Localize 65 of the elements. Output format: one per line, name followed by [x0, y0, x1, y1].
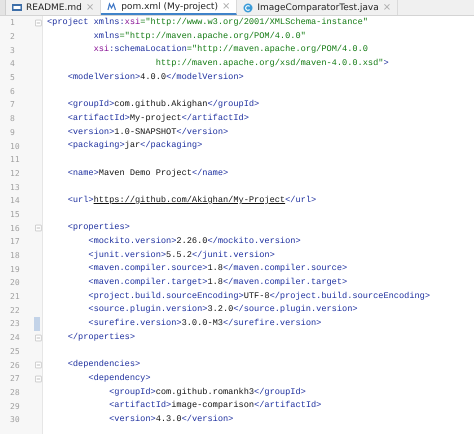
code-line: <project.build.sourceEncoding>UTF-8</project.build.sourceEncoding> — [87, 290, 430, 303]
line-number: 15 — [9, 210, 21, 219]
line-number: 22 — [9, 306, 21, 315]
line-number: 12 — [9, 168, 21, 178]
line-number: 29 — [9, 402, 21, 411]
code-line: <name>Maven Demo Project</name> — [66, 166, 228, 180]
line-number: 11 — [9, 155, 21, 164]
code-line: <groupId>com.github.Akighan</groupId> — [66, 98, 260, 112]
code-line: <version>1.0-SNAPSHOT</version> — [66, 126, 228, 138]
line-number: 8 — [9, 114, 16, 124]
line-number: 10 — [9, 142, 21, 151]
line-number: 4 — [9, 59, 16, 68]
fold-icon[interactable] — [35, 18, 42, 27]
code-line: xsi:schemaLocation="http://maven.apache.org/POM/4.0.0 — [92, 43, 368, 56]
code-line: <maven.compiler.target>1.8</maven.compiler.target> — [87, 276, 348, 290]
line-number: 25 — [9, 346, 21, 356]
line-number: 14 — [9, 196, 21, 206]
code-line: <source.plugin.version>3.2.0</source.plugin.version> — [87, 303, 358, 316]
code-line: xmlns="http://maven.apache.org/POM/4.0.0" — [92, 30, 306, 43]
fold-icon[interactable] — [35, 334, 42, 342]
line-number: 19 — [9, 264, 21, 274]
class-file-icon — [243, 2, 254, 12]
line-number: 18 — [9, 251, 21, 260]
line-number: 24 — [9, 333, 21, 342]
code-line: <maven.compiler.source>1.8</maven.compiler.source> — [87, 262, 348, 276]
code-line: <mockito.version>2.26.0</mockito.version> — [87, 235, 301, 248]
editor-tab[interactable]: ImageComparatorTest.java × — [237, 0, 398, 15]
editor-tab[interactable]: pom.xml (My-project) × — [101, 0, 238, 15]
line-number: 3 — [9, 46, 16, 55]
code-line: http://maven.apache.org/xsd/maven-4.0.0.xsd"> — [154, 57, 389, 70]
code-line: <groupId>com.github.romankh3</groupId> — [108, 386, 306, 399]
line-number: 5 — [9, 73, 16, 82]
code-line: <modelVersion>4.0.0</modelVersion> — [66, 70, 244, 84]
line-number: 27 — [9, 374, 21, 384]
code-line: <url>https://github.com/Akighan/My-Project</url> — [66, 194, 316, 207]
code-line: <dependencies> — [66, 358, 140, 372]
code-line: <artifactId>image-comparison</artifactId> — [108, 399, 322, 412]
code-line: <project xmlns:xsi="http://www.w3.org/2001/XMLSchema-instance" — [47, 16, 368, 29]
code-line: <properties> — [66, 221, 130, 234]
line-number: 13 — [9, 182, 21, 192]
line-number: 28 — [9, 388, 21, 397]
line-number: 2 — [9, 32, 16, 42]
line-number: 1 — [9, 18, 16, 28]
line-number: 7 — [9, 100, 16, 110]
line-number: 30 — [9, 415, 21, 424]
markdown-file-icon — [12, 3, 22, 12]
code-line: <junit.version>5.5.2</junit.version> — [87, 248, 275, 262]
line-number: 20 — [9, 278, 21, 288]
fold-icon[interactable] — [35, 361, 42, 370]
fold-icon[interactable] — [35, 374, 42, 383]
line-number: 16 — [9, 224, 21, 233]
fold-icon[interactable] — [35, 224, 42, 232]
line-number: 17 — [9, 237, 21, 246]
line-number: 23 — [9, 319, 21, 328]
line-number: 9 — [9, 128, 16, 137]
code-line: <packaging>jar</packaging> — [66, 139, 202, 152]
line-number: 26 — [9, 360, 21, 370]
code-line: <version>4.3.0</version> — [108, 412, 234, 426]
line-number: 6 — [9, 86, 16, 96]
code-line: <dependency> — [87, 372, 151, 385]
line-number: 21 — [9, 292, 21, 302]
code-line: <surefire.version>3.0.0-M3</surefire.version> — [87, 317, 322, 330]
code-line: </properties> — [66, 330, 135, 344]
maven-m-icon — [107, 2, 118, 11]
code-line: <artifactId>My-project</artifactId> — [66, 112, 249, 125]
